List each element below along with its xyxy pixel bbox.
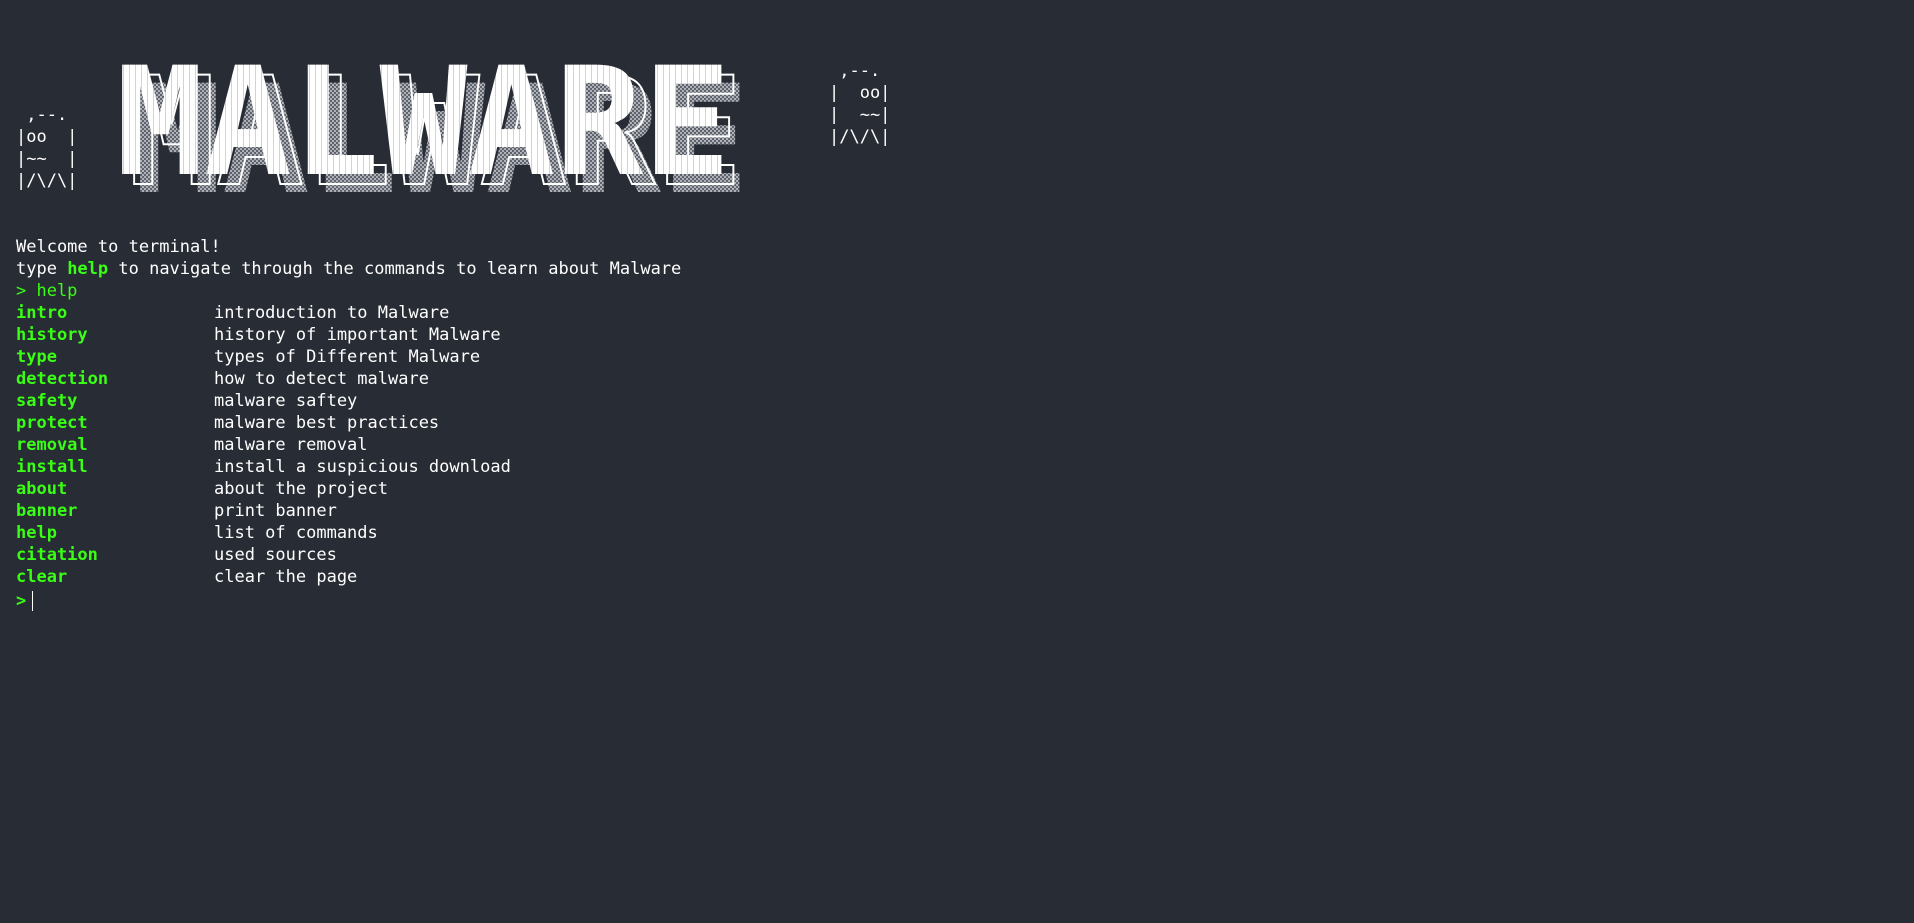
command-row-protect: protect malware best practices [16, 412, 916, 434]
command-row-about: about about the project [16, 478, 916, 500]
command-description: list of commands [214, 523, 378, 543]
command-name: about [16, 479, 68, 499]
command-row-intro: intro introduction to Malware [16, 302, 916, 324]
terminal-output: Welcome to terminal! type help to naviga… [16, 236, 916, 613]
command-name: removal [16, 435, 88, 455]
command-description: history of important Malware [214, 325, 501, 345]
hint-prefix: type [16, 259, 68, 279]
command-row-detection: detection how to detect malware [16, 368, 916, 390]
command-description: how to detect malware [214, 369, 429, 389]
command-description: about the project [214, 479, 388, 499]
command-row-safety: safety malware saftey [16, 390, 916, 412]
ghost-ascii-left: ,--. |oo | |~~ | |/\/\| [16, 105, 78, 191]
command-name: intro [16, 303, 68, 323]
command-description: clear the page [214, 567, 358, 587]
command-name: help [16, 523, 57, 543]
logo-face: MALWARE [116, 56, 731, 196]
command-description: install a suspicious download [214, 457, 511, 477]
ghost-ascii-right: ,--. | oo| | ~~| |/\/\| [829, 61, 891, 147]
command-name: citation [16, 545, 98, 565]
command-row-removal: removal malware removal [16, 434, 916, 456]
command-row-install: install install a suspicious download [16, 456, 916, 478]
command-description: used sources [214, 545, 337, 565]
text-cursor [32, 591, 34, 611]
hint-suffix: to navigate through the commands to lear… [108, 259, 682, 279]
command-description: print banner [214, 501, 337, 521]
command-row-citation: citation used sources [16, 544, 916, 566]
command-list: intro introduction to Malware history hist… [16, 302, 916, 588]
command-row-history: history history of important Malware [16, 324, 916, 346]
help-hint: type help to navigate through the comman… [16, 258, 916, 280]
command-name: detection [16, 369, 109, 389]
welcome-message: Welcome to terminal! [16, 237, 221, 257]
hint-help-command: help [67, 259, 109, 279]
command-row-type: type types of Different Malware [16, 346, 916, 368]
malware-ascii-logo: MALWARE MALWARE MALWARE [116, 56, 749, 196]
command-row-clear: clear clear the page [16, 566, 916, 588]
command-description: malware best practices [214, 413, 440, 433]
command-description: introduction to Malware [214, 303, 450, 323]
terminal-window[interactable]: ,--. |oo | |~~ | |/\/\| MALWARE MALWARE … [0, 0, 1914, 923]
command-name: install [16, 457, 88, 477]
command-name: history [16, 325, 88, 345]
command-name: safety [16, 391, 78, 411]
input-prompt: > [16, 591, 27, 611]
command-input-line[interactable]: > [16, 589, 916, 613]
command-description: malware removal [214, 435, 368, 455]
command-name: type [16, 347, 57, 367]
command-description: malware saftey [214, 391, 358, 411]
command-description: types of Different Malware [214, 347, 481, 367]
entered-command: > help [16, 281, 78, 301]
command-name: banner [16, 501, 78, 521]
command-name: clear [16, 567, 68, 587]
command-row-banner: banner print banner [16, 500, 916, 522]
command-row-help: help list of commands [16, 522, 916, 544]
command-name: protect [16, 413, 88, 433]
